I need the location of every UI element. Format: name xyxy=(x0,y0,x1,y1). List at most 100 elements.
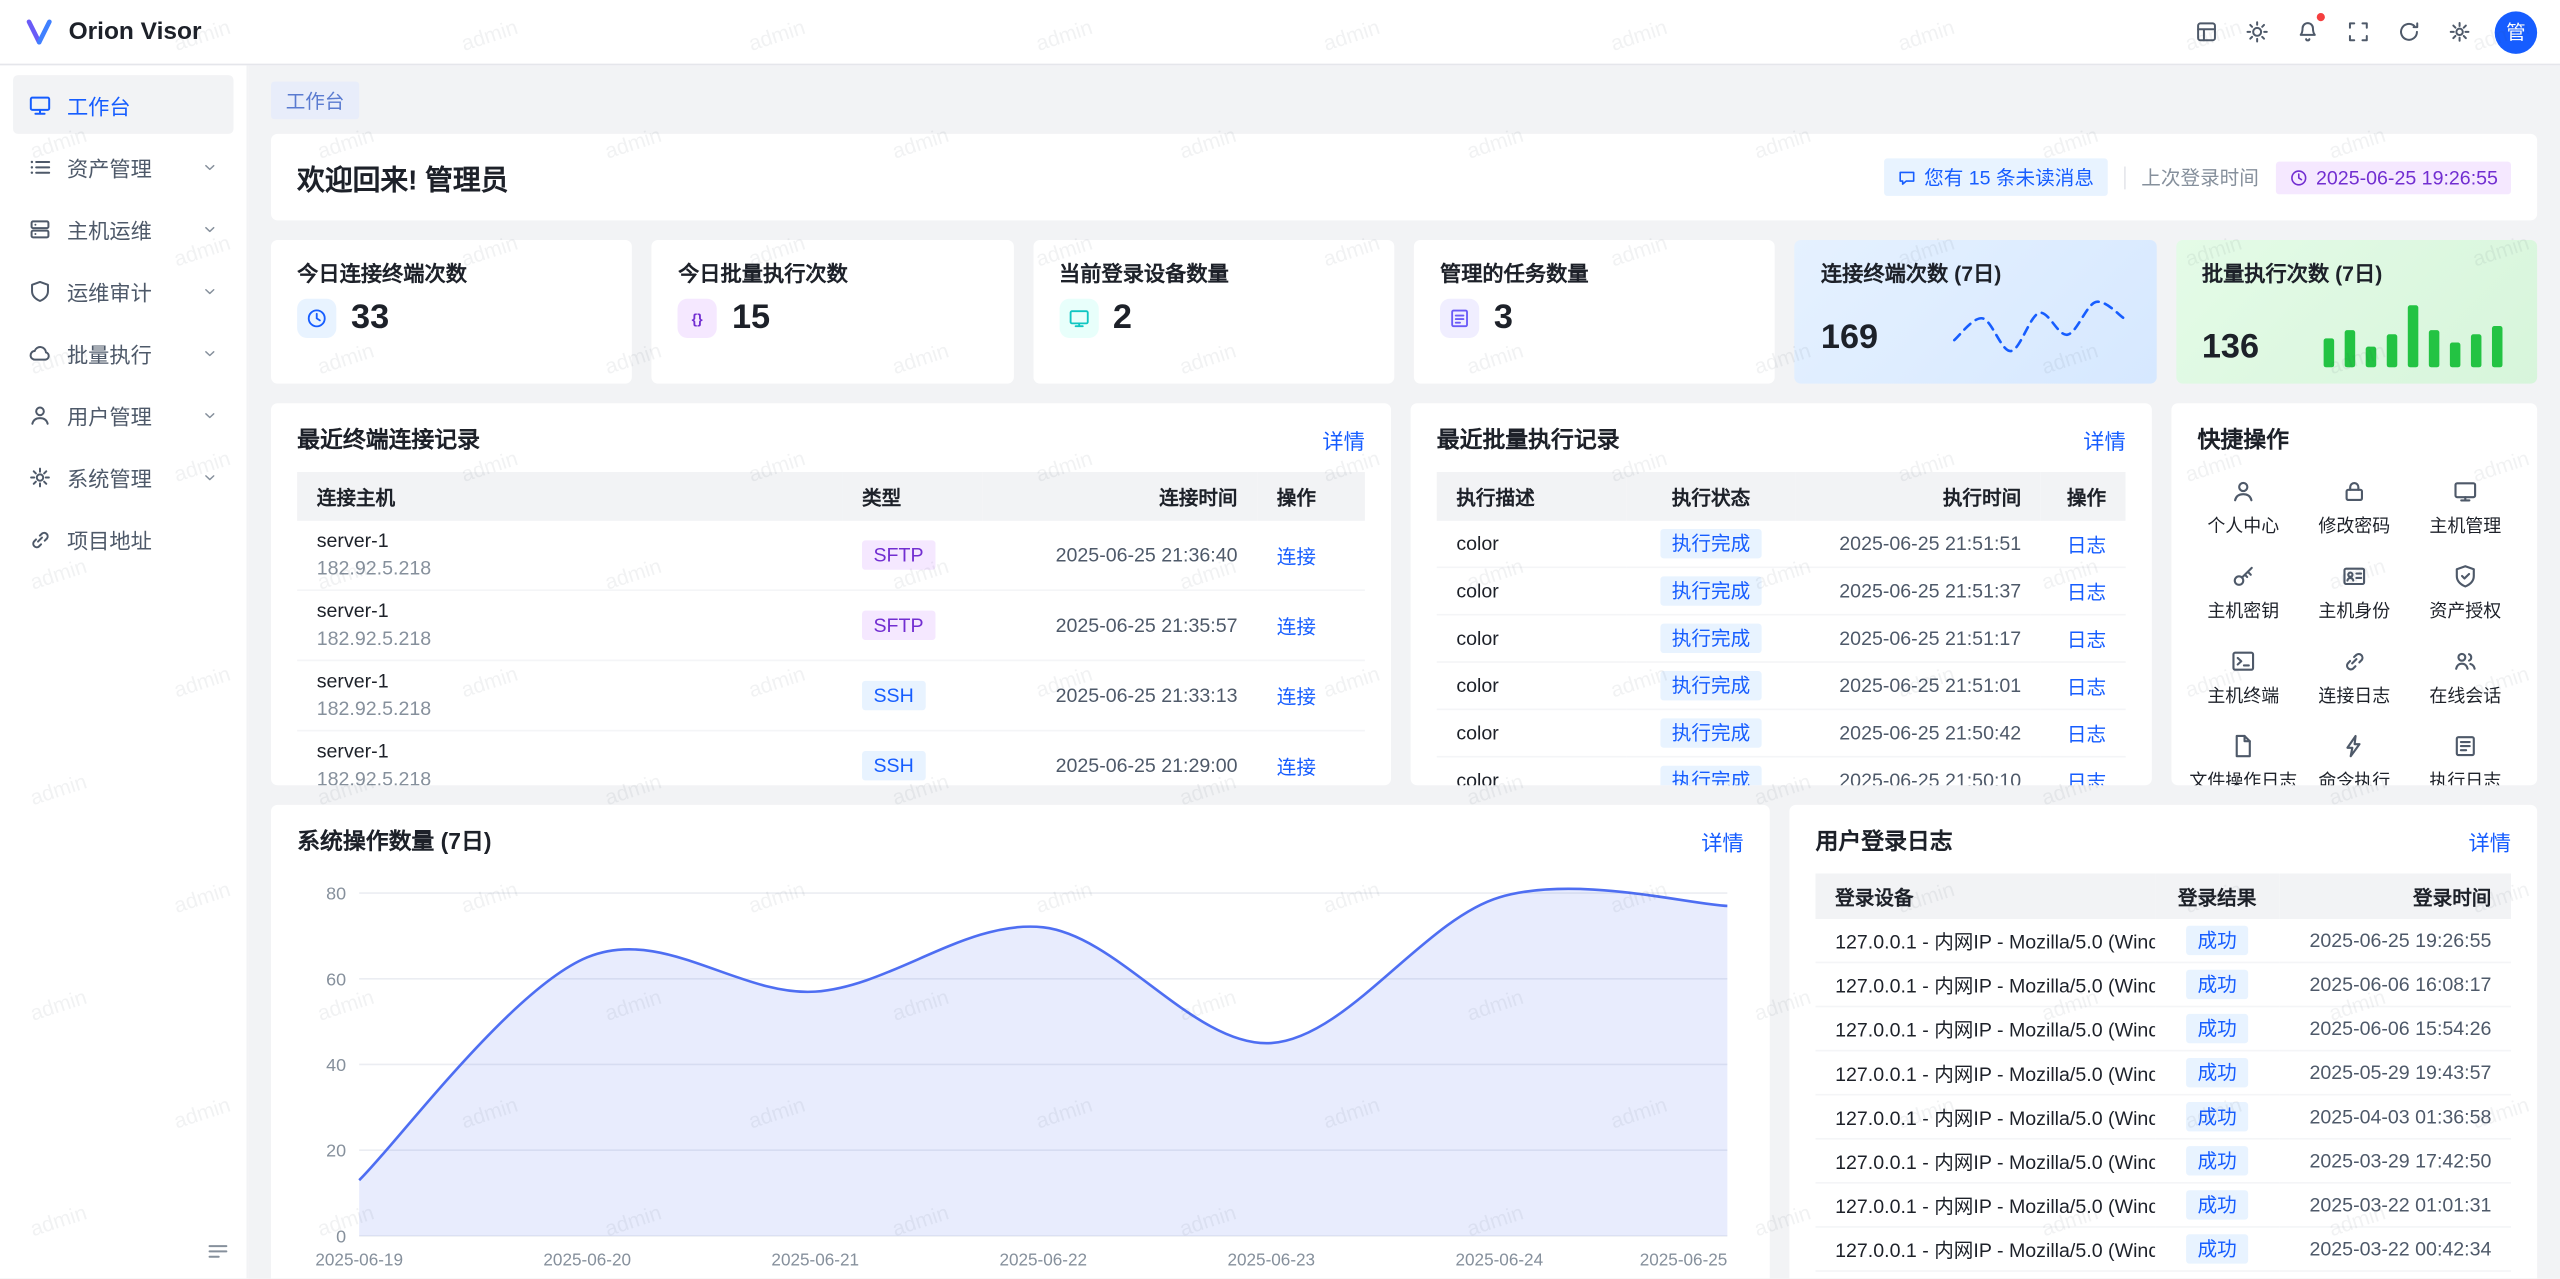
batch-records-table: 执行描述执行状态执行时间操作 color 执行完成 2025-06-25 21:… xyxy=(1437,472,2126,785)
login-device: 127.0.0.1 - 内网IP - Mozilla/5.0 (Windows … xyxy=(1816,962,2156,1006)
divider xyxy=(2123,166,2125,189)
connect-link[interactable]: 连接 xyxy=(1277,685,1316,708)
bell-icon-button[interactable] xyxy=(2286,10,2330,54)
login-device: 127.0.0.1 - 内网IP - Mozilla/5.0 (Windows … xyxy=(1816,1095,2156,1139)
terminal-records-detail-link[interactable]: 详情 xyxy=(1322,424,1364,455)
table-row: color 执行完成 2025-06-25 21:51:17 日志 xyxy=(1437,615,2126,662)
login-device: 127.0.0.1 - 内网IP - Mozilla/5.0 (Windows … xyxy=(1816,1139,2156,1183)
gear-icon xyxy=(2447,20,2471,44)
terminal-quick-action[interactable]: 主机终端 xyxy=(2188,648,2299,708)
table-row: color 执行完成 2025-06-25 21:50:10 日志 xyxy=(1437,757,2126,786)
fullscreen-icon xyxy=(2346,20,2370,44)
quick-action-label: 连接日志 xyxy=(2299,682,2410,708)
user-avatar[interactable]: 管 xyxy=(2495,11,2537,53)
column-header: 操作 xyxy=(1257,472,1365,521)
svg-text:2025-06-22: 2025-06-22 xyxy=(999,1249,1087,1269)
log-link[interactable]: 日志 xyxy=(2067,722,2106,745)
log-link[interactable]: 日志 xyxy=(2067,580,2106,603)
column-header: 登录结果 xyxy=(2155,873,2279,919)
table-row: color 执行完成 2025-06-25 21:51:51 日志 xyxy=(1437,521,2126,568)
column-header: 类型 xyxy=(842,472,982,521)
stat-label: 批量执行次数 (7日) xyxy=(2202,256,2511,287)
shield-quick-action[interactable]: 资产授权 xyxy=(2410,563,2521,623)
user-quick-action[interactable]: 个人中心 xyxy=(2188,478,2299,538)
connect-time: 2025-06-25 21:36:40 xyxy=(983,521,1257,590)
sidebar-menu: 工作台 资产管理 主机运维 运维审计 批量执行 用户管理 系统管理 项目地址 xyxy=(13,75,233,568)
breadcrumb-item-workbench[interactable]: 工作台 xyxy=(271,82,359,120)
welcome-banner: 欢迎回来! 管理员 您有 15 条未读消息 上次登录时间 2025-06-25 … xyxy=(271,134,2537,221)
id-quick-action[interactable]: 主机身份 xyxy=(2299,563,2410,623)
batch-icon xyxy=(28,340,52,364)
connect-time: 2025-06-25 21:35:57 xyxy=(983,590,1257,660)
link-menu-item[interactable]: 项目地址 xyxy=(13,509,233,568)
refresh-icon-button[interactable] xyxy=(2387,10,2431,54)
login-device: 127.0.0.1 - 内网IP - Mozilla/5.0 (Windows … xyxy=(1816,1227,2156,1271)
gear-icon-button[interactable] xyxy=(2438,10,2482,54)
login-log-card: 用户登录日志 详情 登录设备登录结果登录时间 127.0.0.1 - 内网IP … xyxy=(1789,805,2537,1278)
sidebar-collapse-button[interactable] xyxy=(206,1239,230,1263)
exec-status-badge: 执行完成 xyxy=(1660,624,1761,653)
exec-time: 2025-06-25 21:50:42 xyxy=(1796,709,2041,756)
svg-text:2025-06-23: 2025-06-23 xyxy=(1227,1249,1315,1269)
stat-label: 今日批量执行次数 xyxy=(678,256,987,287)
breadcrumb: 工作台 xyxy=(271,82,2537,120)
monitor-quick-action[interactable]: 主机管理 xyxy=(2410,478,2521,538)
host-menu-item[interactable]: 主机运维 xyxy=(13,199,233,258)
stat-value: 136 xyxy=(2202,328,2259,367)
log-quick-action[interactable]: 执行日志 xyxy=(2410,733,2521,785)
user-menu-item[interactable]: 用户管理 xyxy=(13,385,233,444)
asset-menu-item[interactable]: 资产管理 xyxy=(13,137,233,196)
session-icon xyxy=(2452,648,2478,674)
unread-messages-tag[interactable]: 您有 15 条未读消息 xyxy=(1883,158,2107,196)
connect-link[interactable]: 连接 xyxy=(1277,544,1316,567)
table-row: color 执行完成 2025-06-25 21:50:42 日志 xyxy=(1437,709,2126,756)
login-log-detail-link[interactable]: 详情 xyxy=(2469,825,2511,856)
host-name: server-1 xyxy=(317,669,823,693)
fullscreen-icon-button[interactable] xyxy=(2336,10,2380,54)
skin-icon-button[interactable] xyxy=(2184,10,2228,54)
display-icon xyxy=(1067,307,1090,330)
workbench-menu-item[interactable]: 工作台 xyxy=(13,75,233,134)
main-content: 工作台 欢迎回来! 管理员 您有 15 条未读消息 上次登录时间 2025-06… xyxy=(248,65,2560,1278)
host-name: server-1 xyxy=(317,599,823,623)
log-link[interactable]: 日志 xyxy=(2067,770,2106,786)
app-title: Orion Visor xyxy=(69,18,202,46)
connect-link[interactable]: 连接 xyxy=(1277,755,1316,778)
bolt-quick-action[interactable]: 命令执行 xyxy=(2299,733,2410,785)
system-ops-detail-link[interactable]: 详情 xyxy=(1701,825,1743,856)
file-quick-action[interactable]: 文件操作日志 xyxy=(2188,733,2299,785)
svg-text:{}: {} xyxy=(692,311,704,327)
table-row: server-1 182.92.5.218 SSH 2025-06-25 21:… xyxy=(297,731,1365,786)
login-device: 127.0.0.1 - 内网IP - Mozilla/5.0 (Windows … xyxy=(1816,919,2156,962)
lock-quick-action[interactable]: 修改密码 xyxy=(2299,478,2410,538)
batch-menu-item[interactable]: 批量执行 xyxy=(13,323,233,382)
stat-label: 今日连接终端次数 xyxy=(297,256,606,287)
stat-value: 3 xyxy=(1494,299,1513,338)
connect-link[interactable]: 连接 xyxy=(1277,615,1316,638)
exec-time: 2025-06-25 21:51:51 xyxy=(1796,521,2041,568)
login-result-badge: 成功 xyxy=(2186,1014,2248,1043)
log-link[interactable]: 日志 xyxy=(2067,675,2106,698)
stat-card: 今日连接终端次数 33 xyxy=(271,240,632,384)
sun-icon-button[interactable] xyxy=(2235,10,2279,54)
table-row: server-1 182.92.5.218 SFTP 2025-06-25 21… xyxy=(297,521,1365,590)
log-link[interactable]: 日志 xyxy=(2067,628,2106,651)
last-login-time-text: 2025-06-25 19:26:55 xyxy=(2316,166,2498,189)
svg-text:60: 60 xyxy=(326,969,346,989)
column-header: 操作 xyxy=(2041,472,2126,521)
link-quick-action[interactable]: 连接日志 xyxy=(2299,648,2410,708)
login-time: 2025-03-21 23:53:43 xyxy=(2279,1271,2511,1278)
stat-value: 15 xyxy=(732,299,770,338)
system-menu-item[interactable]: 系统管理 xyxy=(13,447,233,506)
log-link[interactable]: 日志 xyxy=(2067,533,2106,556)
host-icon xyxy=(28,216,52,240)
table-row: 127.0.0.1 - 内网IP - Mozilla/5.0 (Windows … xyxy=(1816,962,2512,1006)
batch-records-detail-link[interactable]: 详情 xyxy=(2083,424,2125,455)
card-title: 快捷操作 xyxy=(2198,423,2289,456)
key-quick-action[interactable]: 主机密钥 xyxy=(2188,563,2299,623)
audit-menu-item[interactable]: 运维审计 xyxy=(13,261,233,320)
file-icon xyxy=(2230,733,2256,759)
session-quick-action[interactable]: 在线会话 xyxy=(2410,648,2521,708)
exec-status-badge: 执行完成 xyxy=(1660,529,1761,558)
monitor-icon xyxy=(2452,478,2478,504)
